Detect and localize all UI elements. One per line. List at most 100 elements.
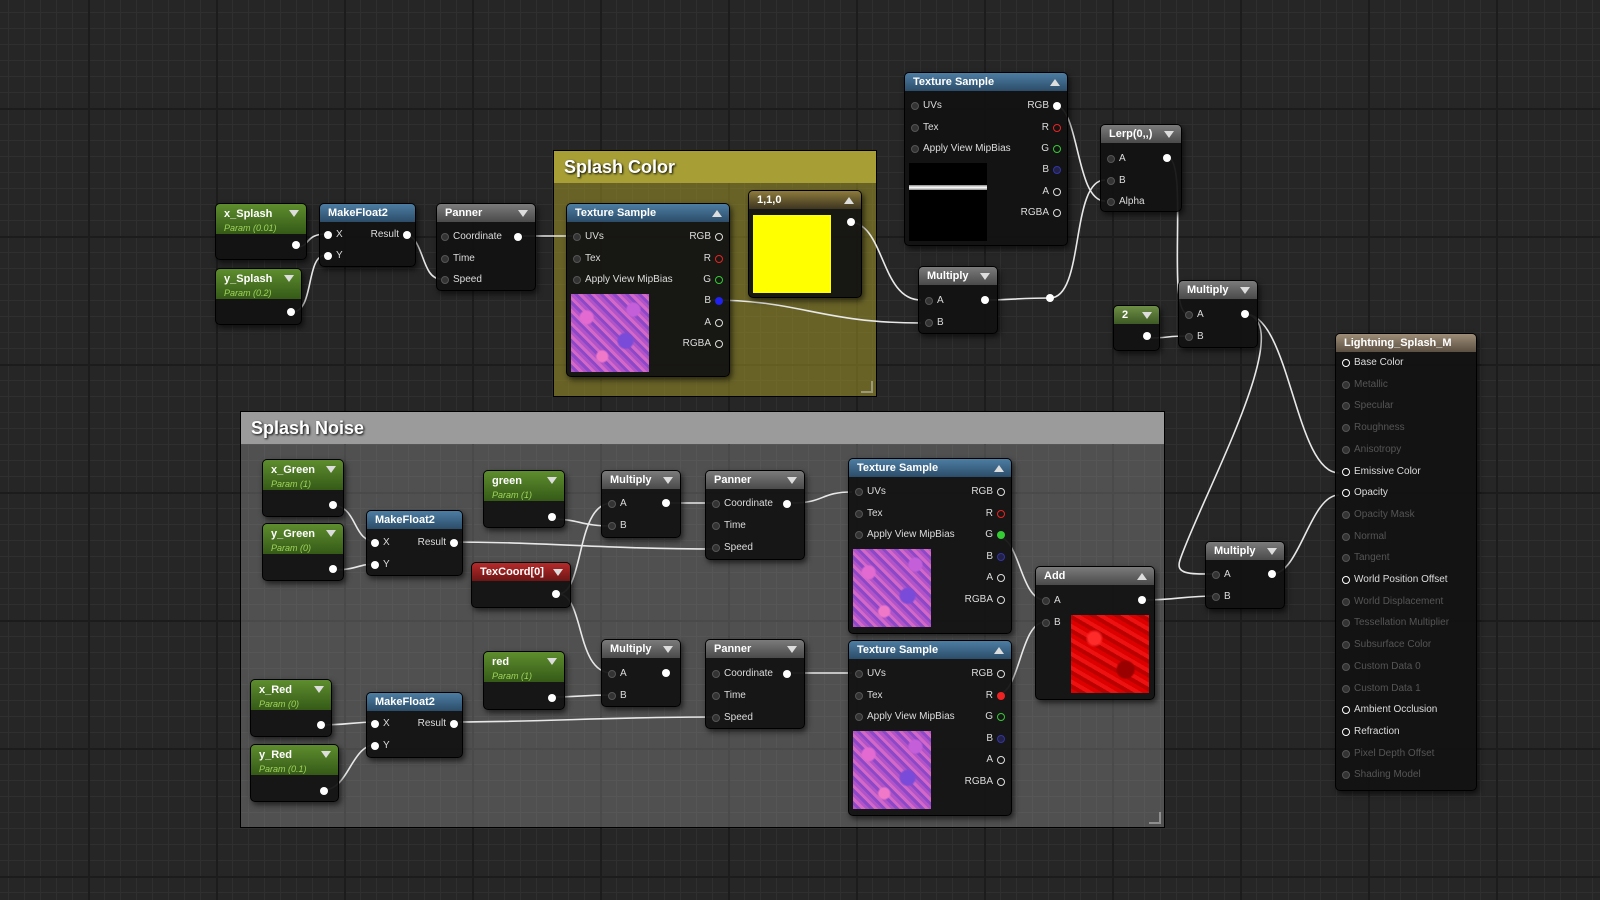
input-pin-b[interactable]	[608, 692, 616, 700]
chevron-down-icon[interactable]	[326, 530, 336, 537]
input-pin-a[interactable]	[1212, 571, 1220, 579]
material-input-emissive-color[interactable]: Emissive Color	[1342, 465, 1425, 479]
input-pin-time[interactable]	[441, 255, 449, 263]
material-input-base-color[interactable]: Base Color	[1342, 356, 1407, 370]
chevron-down-icon[interactable]	[547, 658, 557, 665]
panner-node-red[interactable]: Panner Coordinate Time Speed	[705, 639, 805, 729]
chevron-up-icon[interactable]	[994, 647, 1004, 654]
chevron-down-icon[interactable]	[1142, 312, 1152, 319]
input-pin-a[interactable]	[925, 297, 933, 305]
panner-node-green[interactable]: Panner Coordinate Time Speed	[705, 470, 805, 560]
input-pin-y[interactable]	[371, 742, 379, 750]
input-pin-mipbias[interactable]	[911, 145, 919, 153]
makefloat2-node-red[interactable]: MakeFloat2 X Y Result	[366, 692, 463, 758]
material-input-tessellation-multiplier[interactable]: Tessellation Multiplier	[1342, 616, 1453, 630]
output-pin[interactable]	[1268, 570, 1276, 579]
output-pin-g[interactable]	[1053, 145, 1061, 153]
material-input-subsurface-color[interactable]: Subsurface Color	[1342, 638, 1435, 652]
input-pin-speed[interactable]	[441, 276, 449, 284]
param-node-y-green[interactable]: y_Green Param (0)	[262, 523, 344, 581]
material-input-tangent[interactable]: Tangent	[1342, 551, 1394, 565]
input-pin-b[interactable]	[1042, 619, 1050, 627]
output-pin[interactable]	[320, 787, 328, 796]
input-pin[interactable]	[1342, 380, 1350, 389]
input-pin[interactable]	[1342, 684, 1350, 693]
output-pin[interactable]	[287, 308, 295, 317]
input-pin[interactable]	[1342, 771, 1350, 780]
output-pin[interactable]	[552, 590, 560, 599]
output-pin[interactable]	[1143, 332, 1151, 341]
makefloat2-node-splash[interactable]: MakeFloat2 X Y Result	[319, 203, 416, 267]
input-pin-b[interactable]	[608, 522, 616, 530]
output-pin-b[interactable]	[997, 553, 1005, 561]
input-pin[interactable]	[1342, 727, 1350, 736]
input-pin[interactable]	[1342, 402, 1350, 411]
output-pin-rgba[interactable]	[997, 596, 1005, 604]
input-pin[interactable]	[1342, 424, 1350, 433]
input-pin[interactable]	[1342, 510, 1350, 519]
output-pin-g[interactable]	[715, 276, 723, 284]
material-input-specular[interactable]: Specular	[1342, 399, 1397, 413]
input-pin-a[interactable]	[1185, 311, 1193, 319]
output-pin-rgba[interactable]	[1053, 209, 1061, 217]
output-pin-rgb[interactable]	[997, 488, 1005, 496]
material-input-roughness[interactable]: Roughness	[1342, 421, 1409, 435]
input-pin[interactable]	[1342, 359, 1350, 367]
output-pin-b[interactable]	[1053, 166, 1061, 174]
input-pin[interactable]	[1342, 749, 1350, 758]
chevron-down-icon[interactable]	[547, 477, 557, 484]
input-pin[interactable]	[1342, 489, 1350, 498]
constant-color-node[interactable]: 1,1,0	[748, 190, 862, 298]
chevron-up-icon[interactable]	[712, 210, 722, 217]
input-pin-time[interactable]	[712, 692, 720, 700]
output-pin[interactable]	[1163, 154, 1171, 163]
chevron-down-icon[interactable]	[663, 646, 673, 653]
output-pin[interactable]	[329, 501, 337, 510]
input-pin-uvs[interactable]	[855, 488, 863, 496]
input-pin-b[interactable]	[925, 319, 933, 327]
chevron-down-icon[interactable]	[980, 273, 990, 280]
input-pin-b[interactable]	[1212, 593, 1220, 601]
input-pin[interactable]	[1342, 619, 1350, 628]
input-pin-tex[interactable]	[855, 692, 863, 700]
chevron-down-icon[interactable]	[284, 275, 294, 282]
output-pin-rgb[interactable]	[1053, 102, 1061, 110]
output-pin-g[interactable]	[997, 531, 1005, 539]
output-pin-a[interactable]	[715, 319, 723, 327]
input-pin-speed[interactable]	[712, 544, 720, 552]
material-result-node[interactable]: Lightning_Splash_M Base Color Metallic Spe…	[1335, 333, 1477, 791]
chevron-down-icon[interactable]	[1240, 287, 1250, 294]
chevron-down-icon[interactable]	[314, 686, 324, 693]
input-pin[interactable]	[1342, 576, 1350, 584]
input-pin-tex[interactable]	[573, 255, 581, 263]
material-input-custom-data-1[interactable]: Custom Data 1	[1342, 682, 1425, 696]
output-pin-a[interactable]	[997, 574, 1005, 582]
material-input-pixel-depth-offset[interactable]: Pixel Depth Offset	[1342, 747, 1438, 761]
output-pin[interactable]	[981, 296, 989, 305]
texture-sample-node-splash-color[interactable]: Texture Sample UVs Tex Apply View MipBia…	[566, 203, 730, 377]
material-input-world-displacement[interactable]: World Displacement	[1342, 595, 1447, 609]
output-pin-r[interactable]	[1053, 124, 1061, 132]
multiply-node-red[interactable]: Multiply A B	[601, 639, 681, 707]
material-input-ambient-occlusion[interactable]: Ambient Occlusion	[1342, 703, 1441, 717]
param-node-y-splash[interactable]: y_Splash Param (0.2)	[215, 268, 302, 325]
texture-sample-node-red[interactable]: Texture Sample UVs Tex Apply View MipBia…	[848, 640, 1012, 816]
lerp-node[interactable]: Lerp(0,,) A B Alpha	[1100, 124, 1182, 212]
output-pin-r[interactable]	[997, 692, 1005, 700]
output-pin-b[interactable]	[997, 735, 1005, 743]
output-pin-rgb[interactable]	[997, 670, 1005, 678]
output-pin-result[interactable]	[450, 539, 458, 547]
chevron-up-icon[interactable]	[1050, 79, 1060, 86]
material-input-shading-model[interactable]: Shading Model	[1342, 768, 1425, 782]
input-pin-a[interactable]	[1107, 155, 1115, 163]
output-pin-r[interactable]	[715, 255, 723, 263]
output-pin-a[interactable]	[1053, 188, 1061, 196]
chevron-down-icon[interactable]	[553, 569, 563, 576]
input-pin-coordinate[interactable]	[441, 233, 449, 241]
param-node-red[interactable]: red Param (1)	[483, 651, 565, 710]
output-pin[interactable]	[548, 694, 556, 703]
input-pin[interactable]	[1342, 532, 1350, 541]
output-pin-result[interactable]	[450, 720, 458, 728]
input-pin-uvs[interactable]	[573, 233, 581, 241]
input-pin-b[interactable]	[1107, 177, 1115, 185]
